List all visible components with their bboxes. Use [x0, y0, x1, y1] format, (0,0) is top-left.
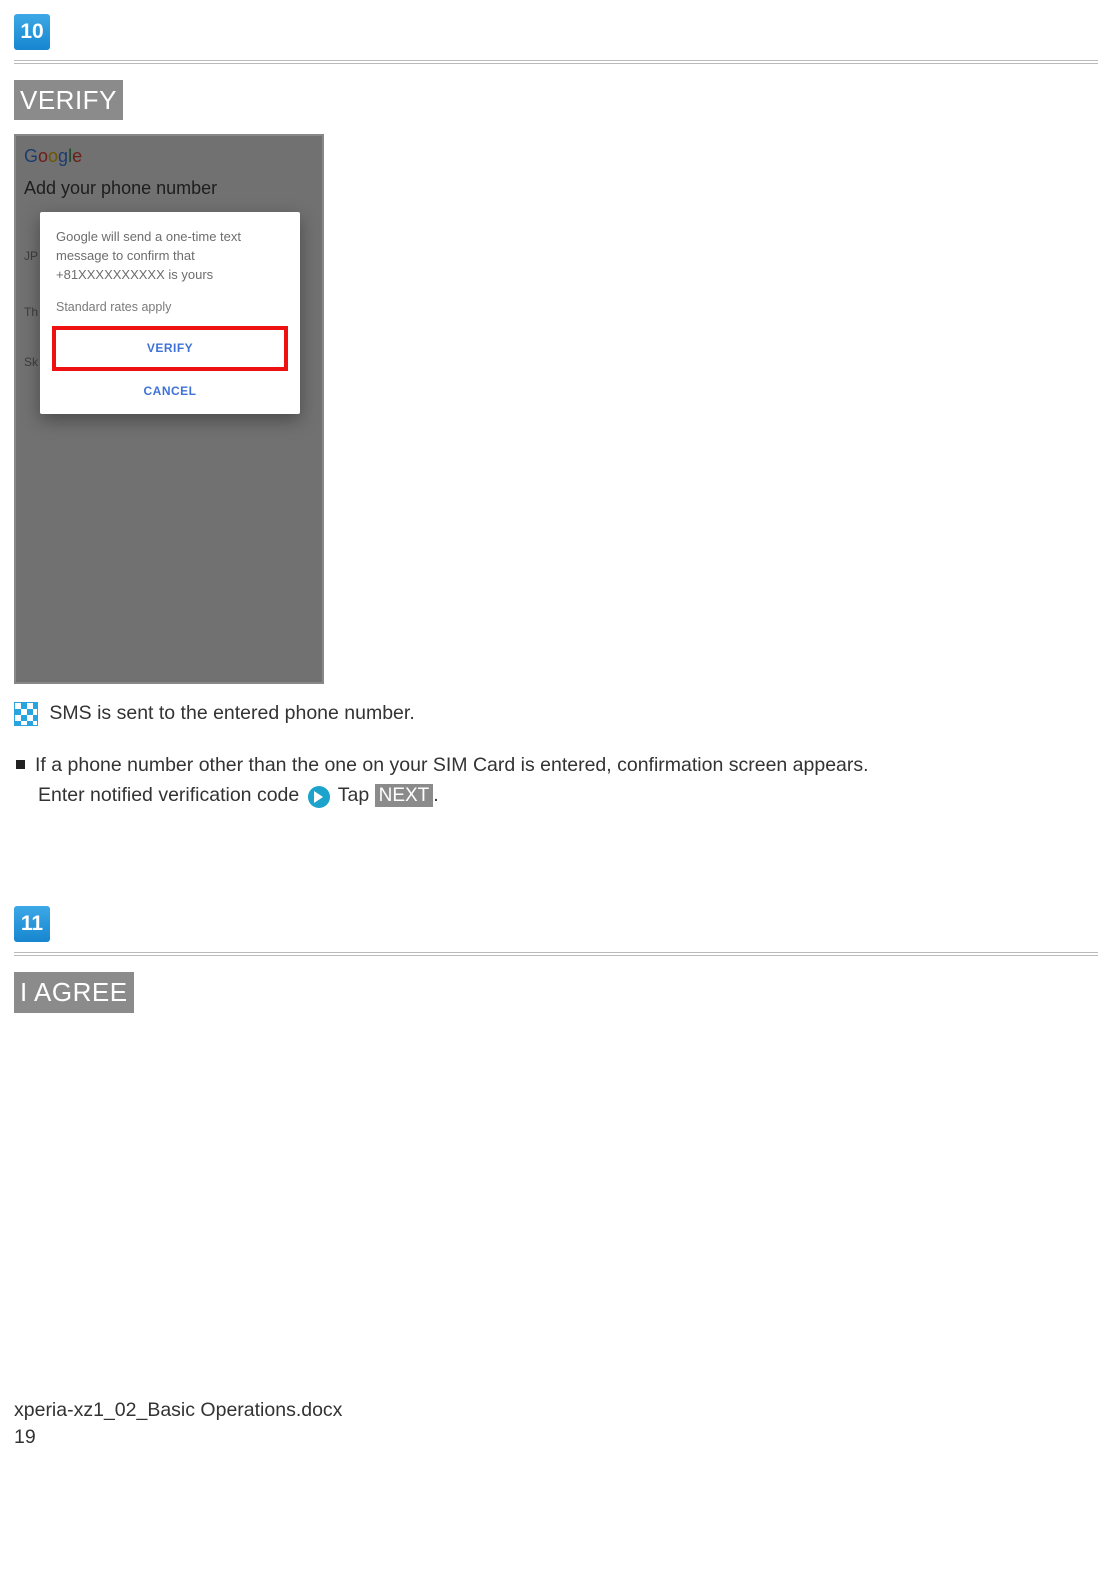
- step-11-title: I AGREE: [14, 972, 134, 1012]
- divider: [14, 60, 1098, 64]
- step-10-icon: 10: [14, 14, 50, 50]
- verify-button[interactable]: VERIFY: [52, 326, 288, 371]
- phone-screenshot: Google Add your phone number JP Th Sk Go…: [14, 134, 324, 684]
- page-footer: xperia-xz1_02_Basic Operations.docx 19: [14, 1397, 1098, 1452]
- bullet-line-2a: Enter notified verification code: [38, 784, 299, 806]
- result-text: SMS is sent to the entered phone number.: [49, 702, 414, 724]
- bullet-line-2b: Tap: [338, 784, 369, 806]
- divider-2: [14, 952, 1098, 956]
- dialog-rates: Standard rates apply: [56, 299, 284, 317]
- bullet-line-1: If a phone number other than the one on …: [35, 754, 869, 776]
- dialog-line-3: +81XXXXXXXXXX is yours: [56, 266, 284, 285]
- step-11-icon: 11: [14, 906, 50, 942]
- step-10-title: VERIFY: [14, 80, 123, 120]
- note-bullet: If a phone number other than the one on …: [38, 750, 1098, 811]
- footer-page-number: 19: [14, 1424, 1098, 1451]
- result-icon: [14, 702, 38, 726]
- footer-filename: xperia-xz1_02_Basic Operations.docx: [14, 1397, 1098, 1424]
- bullet-square-icon: [16, 760, 25, 769]
- next-badge: NEXT: [375, 784, 434, 807]
- bullet-period: .: [433, 784, 438, 806]
- dialog-line-2: message to confirm that: [56, 247, 284, 266]
- dialog-line-1: Google will send a one-time text: [56, 228, 284, 247]
- cancel-button[interactable]: CANCEL: [56, 371, 284, 414]
- verify-dialog: Google will send a one-time text message…: [40, 212, 300, 414]
- arrow-right-icon: [308, 786, 330, 808]
